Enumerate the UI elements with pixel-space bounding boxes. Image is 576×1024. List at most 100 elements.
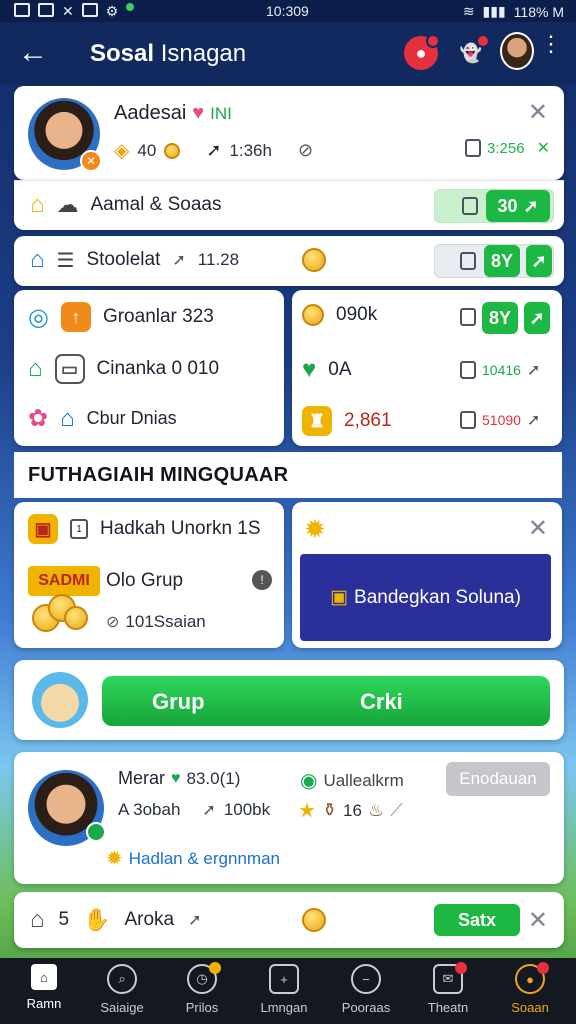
online-badge-icon (86, 822, 106, 842)
sun-icon: ✹ (304, 514, 326, 544)
group-cta-button[interactable]: Grup Crki (102, 676, 550, 726)
thumbs-icon: ◉ (300, 770, 318, 792)
chest-icon: ▣ (28, 514, 58, 544)
profile-avatar[interactable] (500, 32, 534, 70)
member-level: 16 (343, 800, 362, 820)
store-icon: ⌂ (28, 355, 43, 382)
pin-icon-4: ➚ (188, 912, 202, 929)
message-icon (81, 3, 98, 17)
page-title: Sosal Isnagan (90, 40, 247, 67)
gift-icon: ◈ (114, 140, 130, 162)
right-action-button[interactable]: 8Y (482, 302, 518, 334)
status-bar: ✕ ⚙ 10:309 ≋ ▮▮▮ 118% M (0, 0, 576, 22)
box-icon-5 (460, 361, 476, 379)
list-item[interactable]: ✿ ⌂ Cbur Dnias (28, 404, 177, 433)
info-icon[interactable]: ! (252, 570, 272, 590)
member-link[interactable]: Hadlan & ergnnman (129, 849, 280, 869)
close-icon[interactable]: ✕ (528, 98, 548, 127)
list-item[interactable]: ♥ 0A (302, 356, 352, 384)
hand-icon: ✋ (83, 907, 111, 932)
list-item[interactable]: 090k (302, 304, 377, 326)
list-item[interactable]: ⌂ ▭ Cinanka 0 010 (28, 354, 219, 384)
bottom-row[interactable]: ⌂ 5 ✋ Aroka ➚ Satx ✕ (14, 892, 564, 948)
nav-home[interactable]: ⌂ Ramn (8, 964, 80, 1022)
house-outline-icon: ⌂ (30, 906, 45, 933)
close-icon-2[interactable]: ✕ (528, 514, 548, 543)
bottom-label: Aroka (124, 909, 175, 930)
group-badge: SADMI (28, 566, 100, 596)
list-item[interactable]: ◎ ↑ Groanlar 323 (28, 302, 214, 332)
section-title: FUTHAGIAIH MINGQUAAR (28, 464, 289, 486)
invite-button[interactable]: Enodauan (446, 762, 550, 796)
nav-profile[interactable]: ◷ Prilos (166, 962, 238, 1022)
box-icon-6 (460, 411, 476, 429)
status-right: ≋ ▮▮▮ 118% M (463, 3, 564, 20)
treasure-icon (32, 672, 88, 728)
nav-posts[interactable]: − Pooraas (330, 964, 402, 1022)
social-row[interactable]: ⌂ ☁ Aamal & Soaas 30 ➚ (14, 180, 564, 230)
nav-theater[interactable]: ✉ Theatn (412, 962, 484, 1022)
group-count: 101Ssaian (125, 612, 206, 631)
heart-icon: ♥ (192, 102, 205, 124)
minus-circle-icon: − (351, 964, 381, 994)
right-value: 2,861 (344, 410, 392, 431)
clock-icon: ⊘ (106, 614, 120, 631)
coin-icon-2 (302, 248, 326, 272)
group-label: Olo Grup (106, 570, 184, 591)
notification-icon (14, 3, 30, 17)
chat-alert-icon[interactable]: ● (404, 34, 440, 70)
profile-name: Aadesai (114, 102, 187, 124)
close-icon-3[interactable]: ✕ (528, 906, 548, 935)
list-item-label: Groanlar 323 (102, 306, 214, 327)
app-header: ← Sosal Isnagan ● 👻 ⋮ (0, 22, 576, 84)
link-icon[interactable]: ⊘ (298, 140, 313, 161)
share-icon[interactable]: ➚ (527, 360, 540, 380)
member-handle: Uallealkrm (323, 770, 404, 790)
status-row[interactable]: ⌂ ☰ Stoolelat ➚ 11.28 8Y ➚ (14, 236, 564, 286)
status-share-button[interactable]: ➚ (526, 245, 552, 277)
profile-tag: INI (210, 103, 232, 123)
notification-icon-2 (38, 3, 54, 17)
status-left-icons: ✕ ⚙ (14, 3, 135, 20)
social-action-button[interactable]: 30 ➚ (486, 190, 550, 222)
list-icon: ☰ (56, 249, 75, 272)
plus-icon: + (269, 964, 299, 994)
right-count: 51090 (482, 412, 521, 428)
share-icon-2[interactable]: ➚ (527, 410, 540, 430)
list-item[interactable]: ♜ 2,861 (302, 406, 392, 436)
profile-avatar-large[interactable]: ✕ (28, 98, 102, 172)
box-gold-icon: ▣ (330, 587, 349, 608)
chat-bubble-icon: ☁ (56, 192, 79, 217)
wifi-icon: ≋ (462, 3, 475, 19)
right-share-button[interactable]: ➚ (524, 302, 550, 334)
group-title: Hadkah Unorkn 1S (100, 518, 261, 539)
member-avatar[interactable] (28, 770, 106, 846)
pin-icon: ➚ (206, 140, 222, 160)
share-solution-button[interactable]: ▣ Bandegkan Soluna) (300, 554, 551, 641)
social-label: Aamal & Soaas (90, 194, 222, 215)
box-icon-3 (460, 252, 476, 270)
box-icon-2 (462, 197, 478, 215)
pin-icon-3: ➚ (202, 802, 216, 819)
bottom-num: 5 (58, 909, 70, 930)
bag-icon: ⚱ (321, 800, 338, 820)
nav-search[interactable]: ⌕ Saiaige (86, 964, 158, 1022)
back-arrow-icon[interactable]: ← (18, 36, 48, 70)
member-sub: A 3obah (118, 800, 181, 819)
badge-icon: ✕ (80, 150, 102, 172)
group-card: ▣ 1 Hadkah Unorkn 1S SADMI Olo Grup ! ⊘ … (14, 502, 284, 648)
coin-icon-3 (302, 304, 324, 326)
more-menu-icon[interactable]: ⋮ (540, 33, 562, 55)
home-icon: ⌂ (30, 191, 45, 218)
home-icon-nav: ⌂ (31, 964, 57, 990)
status-action-button[interactable]: 8Y (484, 245, 520, 277)
dismiss-icon[interactable]: ✕ (537, 138, 550, 158)
save-button[interactable]: Satx (434, 904, 520, 936)
signal-icon: ▮▮▮ (482, 3, 506, 19)
ghost-chat-icon[interactable]: 👻 (454, 34, 490, 70)
right-value: 0A (328, 359, 352, 380)
nav-add[interactable]: + Lmngan (248, 964, 320, 1022)
house-search-icon: ⌂ (60, 404, 75, 432)
nav-social[interactable]: ● Soaan (494, 962, 566, 1022)
star-icon: ★ (298, 800, 316, 822)
